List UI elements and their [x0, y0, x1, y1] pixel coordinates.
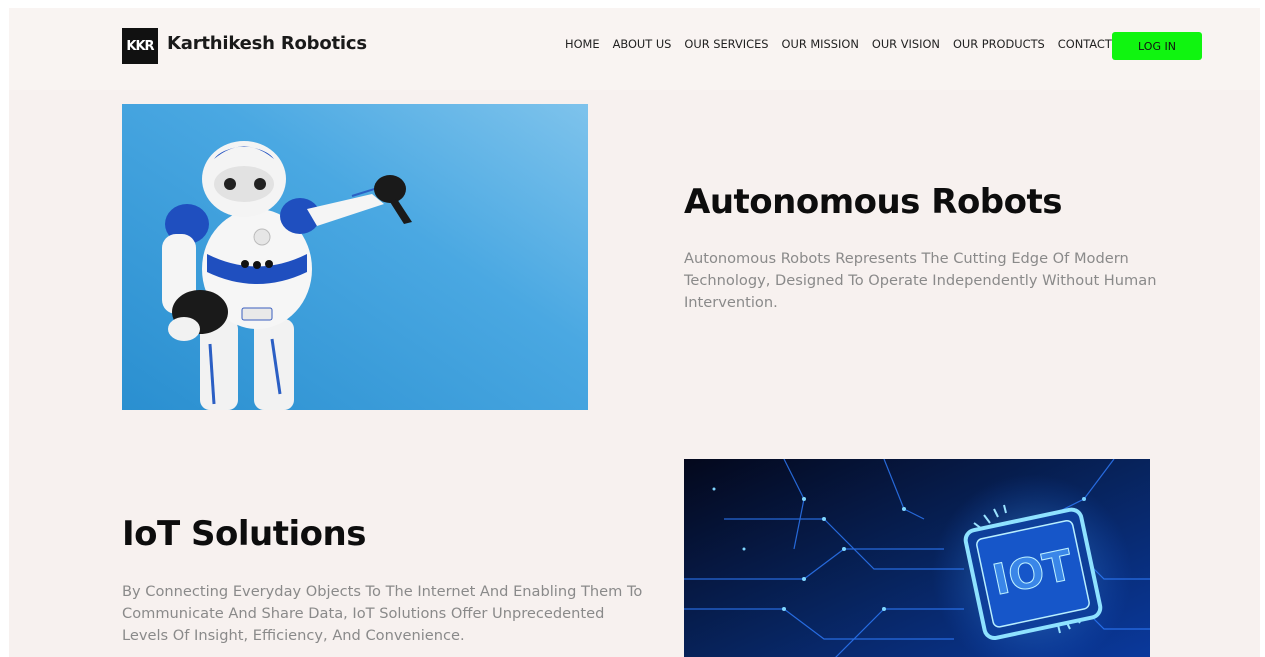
nav-home[interactable]: HOME: [565, 37, 600, 51]
site-header: KKR Karthikesh Robotics HOME ABOUT US OU…: [9, 8, 1260, 90]
nav-our-services[interactable]: OUR SERVICES: [684, 37, 768, 51]
iot-image: IOT: [684, 459, 1150, 657]
iot-photo-svg: IOT: [684, 459, 1150, 657]
section-title-iot-solutions: IoT Solutions: [122, 514, 366, 554]
section-title-autonomous-robots: Autonomous Robots: [684, 182, 1062, 222]
page: KKR Karthikesh Robotics HOME ABOUT US OU…: [9, 8, 1260, 657]
robot-photo-svg: [122, 104, 588, 410]
nav-about-us[interactable]: ABOUT US: [613, 37, 672, 51]
login-button[interactable]: LOG IN: [1112, 32, 1202, 60]
nav-our-mission[interactable]: OUR MISSION: [782, 37, 859, 51]
nav-contact[interactable]: CONTACT: [1058, 37, 1112, 51]
main-nav: HOME ABOUT US OUR SERVICES OUR MISSION O…: [565, 37, 1112, 51]
section-text-autonomous-robots: Autonomous Robots Represents The Cutting…: [684, 250, 1157, 311]
robot-image: [122, 104, 588, 410]
logo-text: KKR: [126, 38, 154, 54]
brand-name[interactable]: Karthikesh Robotics: [167, 33, 367, 54]
nav-our-products[interactable]: OUR PRODUCTS: [953, 37, 1045, 51]
logo-icon[interactable]: KKR: [122, 28, 158, 64]
section-text-iot-solutions: By Connecting Everyday Objects To The In…: [122, 583, 643, 644]
nav-our-vision[interactable]: OUR VISION: [872, 37, 940, 51]
